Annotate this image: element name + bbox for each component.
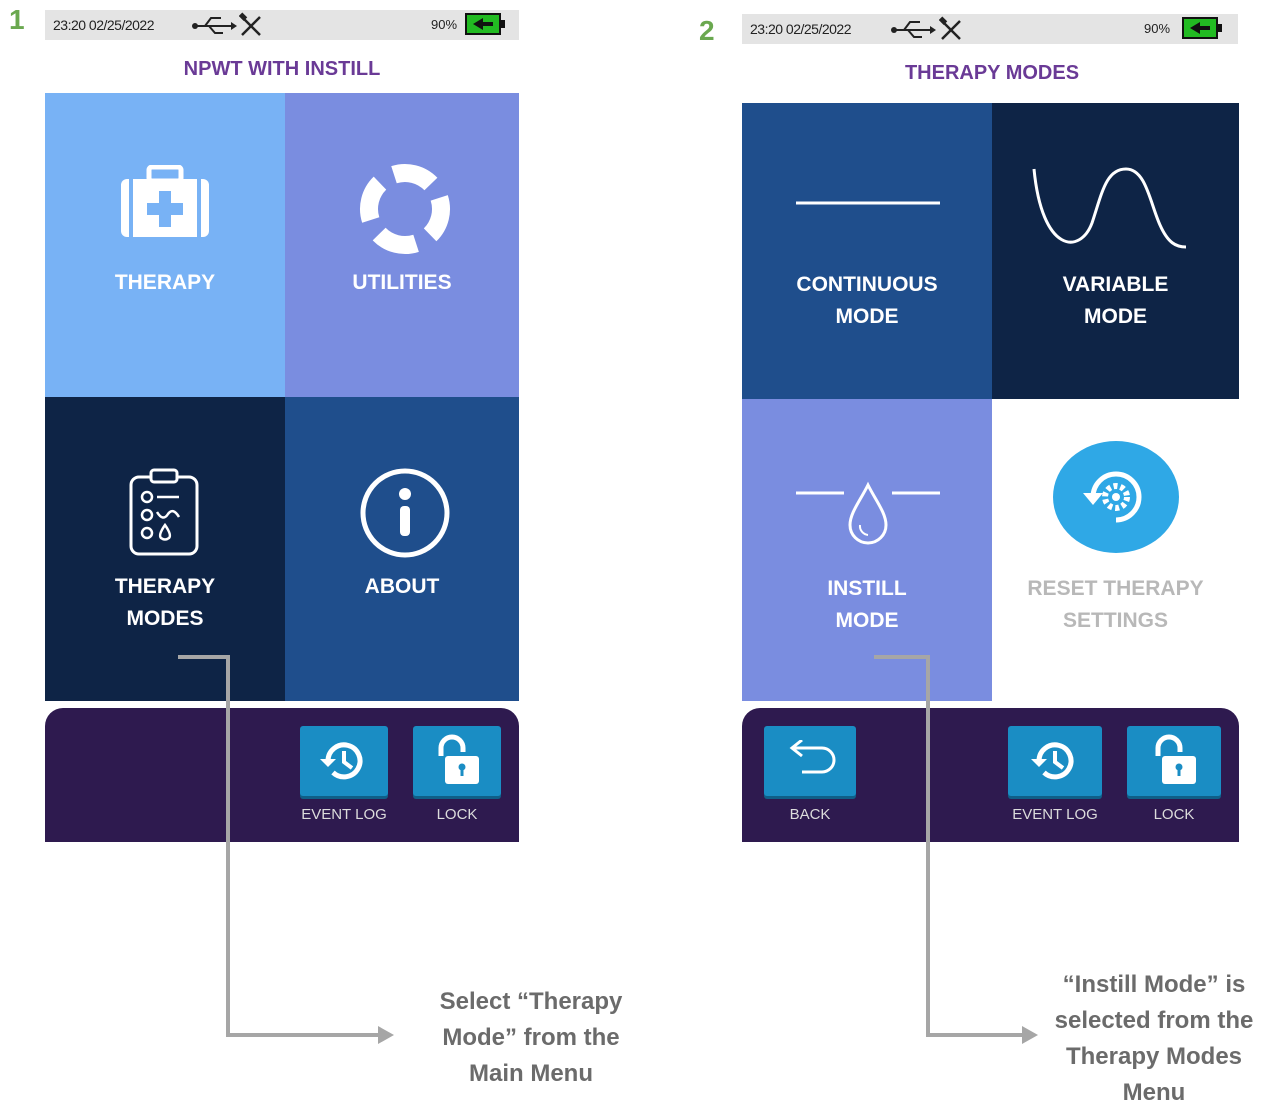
- callout-2-line1: “Instill Mode” is: [1062, 971, 1246, 998]
- callout-2-line2: selected from the: [1054, 1007, 1254, 1034]
- callout-2-line3: Therapy Modes: [1065, 1043, 1243, 1070]
- callout-connector-2: [874, 655, 1038, 1044]
- callout-2-line4: Menu: [1122, 1079, 1186, 1106]
- callout-text-2: “Instill Mode” is selected from the Ther…: [1038, 967, 1262, 1111]
